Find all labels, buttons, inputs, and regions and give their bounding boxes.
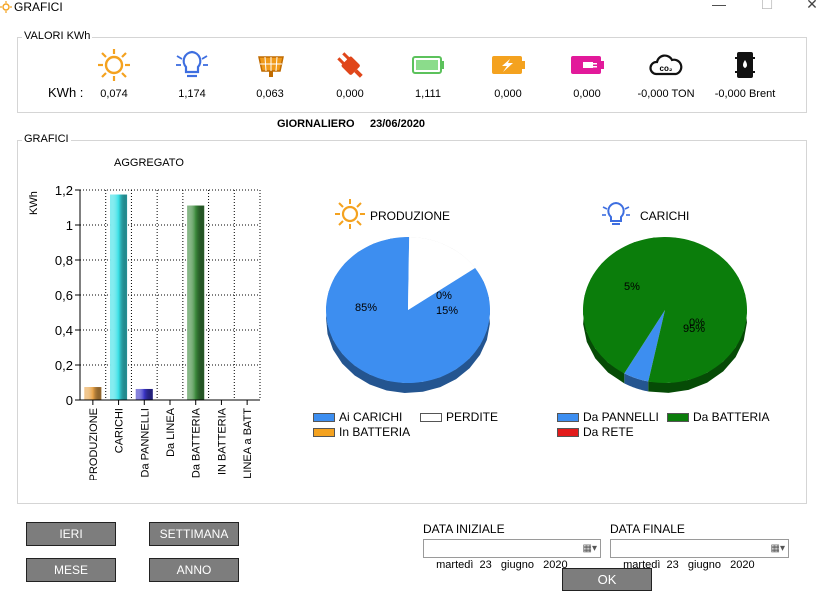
loads-pie-chart: 5%95%0% [582, 237, 747, 393]
start-date-value: martedì 23 giugno 2020 [436, 559, 568, 571]
y-tick-label: 0,4 [55, 323, 73, 338]
production-pie-chart: 85% 15% 0% [326, 237, 490, 393]
kwh-value: 1,111 [415, 88, 441, 100]
kwh-group-legend: VALORI KWh [22, 30, 93, 42]
legend-swatch [557, 412, 579, 422]
start-date-picker[interactable]: martedì 23 giugno 2020 ▦▾ [423, 539, 601, 571]
x-tick-label: CARICHI [114, 408, 126, 453]
svg-text:co₂: co₂ [660, 64, 673, 73]
production-legend-item: PERDITE [420, 410, 498, 424]
lightbulb-icon [176, 50, 208, 78]
kwh-value: 0,074 [100, 88, 128, 100]
power-plug-icon [337, 52, 363, 78]
x-tick-label: Da BATTERIA [191, 407, 203, 478]
period-date: 23/06/2020 [370, 118, 426, 130]
x-tick-label: Da PANNELLI [139, 408, 151, 478]
production-legend-item: Ai CARICHI [313, 410, 402, 424]
legend-swatch [667, 412, 689, 422]
mese-button[interactable]: MESE [26, 558, 116, 582]
charts-group-legend: GRAFICI [22, 133, 71, 145]
bar-chart-title: AGGREGATO [114, 157, 184, 169]
minimize-button[interactable]: — [704, 0, 734, 16]
bar-shade [110, 194, 128, 400]
x-tick-label: Da LINEA [165, 407, 177, 457]
start-date-label: DATA INIZIALE [423, 522, 505, 536]
y-tick-label: 0,6 [55, 288, 73, 303]
end-date-picker[interactable]: martedì 23 giugno 2020 ▦▾ [610, 539, 789, 571]
maximize-button[interactable]: ☐ [752, 0, 782, 16]
co2-cloud-icon: co₂ [649, 54, 683, 76]
legend-swatch [557, 427, 579, 437]
y-tick-label: 0,8 [55, 253, 73, 268]
ieri-button[interactable]: IERI [26, 522, 116, 546]
loads-legend-item: Da RETE [557, 425, 634, 439]
legend-label: Da BATTERIA [693, 410, 770, 424]
bar-chart-ylabel: KWh [28, 191, 40, 215]
close-button[interactable]: ✕ [797, 0, 822, 16]
kwh-value: 0,000 [494, 88, 522, 100]
pie-slice-label: 15% [436, 305, 458, 317]
kwh-value: -0,000 TON [637, 88, 695, 100]
anno-button[interactable]: ANNO [149, 558, 239, 582]
legend-label: Da PANNELLI [583, 410, 659, 424]
oil-barrel-icon [735, 52, 755, 78]
production-sun-icon [335, 199, 365, 229]
kwh-value: -0,000 Brent [714, 88, 776, 100]
loads-legend-item: Da BATTERIA [667, 410, 769, 424]
x-tick-label: PRODUZIONE [88, 408, 100, 480]
legend-swatch [313, 427, 335, 437]
production-pie-title: PRODUZIONE [370, 209, 451, 223]
legend-label: PERDITE [446, 410, 499, 424]
ok-button[interactable]: OK [562, 568, 652, 591]
legend-swatch [313, 412, 335, 422]
title-bar: GRAFICI — ☐ ✕ [0, 0, 822, 16]
bar-shade [84, 387, 102, 400]
battery-full-icon [412, 56, 444, 74]
loads-lightbulb-icon [602, 201, 630, 225]
period-label: GIORNALIERO [277, 118, 355, 130]
settimana-button[interactable]: SETTIMANA [149, 522, 239, 546]
end-date-label: DATA FINALE [610, 522, 685, 536]
sun-icon [98, 49, 130, 81]
bar-shade [187, 205, 205, 400]
y-tick-label: 0 [66, 393, 73, 408]
aggregate-bar-chart: 0 0,2 0,4 0,6 0,8 1 1,2 PRODUZIONE CARICHI Da PAN… [55, 183, 261, 480]
pie-slice-label: 5% [624, 281, 640, 293]
calendar-dropdown-icon[interactable]: ▦▾ [771, 540, 785, 557]
app-sun-icon [0, 1, 12, 13]
pie-slice-label: 0% [436, 290, 452, 302]
legend-swatch [420, 412, 442, 422]
battery-discharge-icon [571, 56, 604, 74]
window-title: GRAFICI [14, 0, 63, 14]
legend-label: In BATTERIA [339, 425, 411, 439]
pie-slice-label: 85% [355, 302, 377, 314]
y-tick-label: 1,2 [55, 183, 73, 198]
legend-label: Ai CARICHI [339, 410, 403, 424]
x-tick-label: LINEA a BATT [242, 408, 254, 479]
calendar-dropdown-icon[interactable]: ▦▾ [583, 540, 597, 557]
y-tick-label: 1 [66, 218, 73, 233]
legend-label: Da RETE [583, 425, 634, 439]
loads-legend-item: Da PANNELLI [557, 410, 659, 424]
kwh-value: 0,000 [336, 88, 364, 100]
kwh-value: 0,063 [256, 88, 284, 100]
pie-slice-label: 0% [689, 317, 705, 329]
battery-charge-icon [492, 56, 525, 74]
y-tick-label: 0,2 [55, 358, 73, 373]
pie-slice [582, 237, 747, 383]
solar-panel-icon [258, 56, 284, 77]
kwh-value: 0,000 [573, 88, 601, 100]
production-legend-item: In BATTERIA [313, 425, 410, 439]
bar-shade [135, 388, 153, 400]
x-tick-label: IN BATTERIA [216, 407, 228, 475]
loads-pie-title: CARICHI [640, 209, 690, 223]
kwh-value: 1,174 [178, 88, 206, 100]
